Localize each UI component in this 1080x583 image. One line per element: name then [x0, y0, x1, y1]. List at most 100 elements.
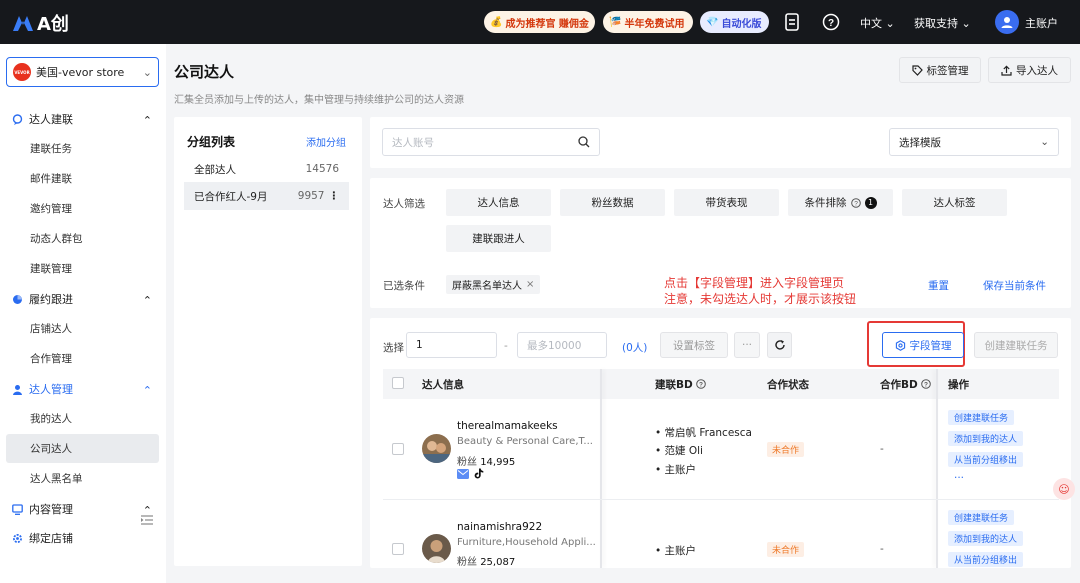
- filter-exclude-button[interactable]: 条件排除 ? 1: [788, 189, 893, 216]
- collapse-sidebar-icon[interactable]: [141, 515, 153, 528]
- sidebar-item-company-kol[interactable]: 公司达人: [6, 434, 159, 463]
- range-to-input[interactable]: 最多10000: [517, 332, 607, 358]
- tiktok-icon[interactable]: [474, 468, 484, 479]
- sidebar-item-shop-kol[interactable]: 店铺达人: [6, 314, 159, 343]
- automation-version-button[interactable]: 💎 自动化版: [700, 11, 769, 33]
- kol-contact-icons: [457, 468, 484, 479]
- field-manage-button[interactable]: 字段管理: [882, 332, 964, 358]
- group-row[interactable]: 全部达人 14576: [184, 155, 349, 183]
- set-tag-button[interactable]: 设置标签: [660, 332, 728, 358]
- help-icon[interactable]: ?: [821, 12, 841, 32]
- chevron-down-icon: ⌄: [885, 17, 895, 30]
- help-icon: ?: [920, 379, 931, 389]
- save-conditions-link[interactable]: 保存当前条件: [983, 278, 1046, 293]
- import-kol-button[interactable]: 导入达人: [988, 57, 1071, 83]
- free-trial-promo-button[interactable]: 🎏 半年免费试用: [603, 11, 693, 33]
- tag-icon: [911, 64, 923, 76]
- contact-bd-line: • 范婕 Oli: [655, 445, 703, 457]
- email-icon[interactable]: [457, 468, 469, 479]
- sidebar-item-invite-manage[interactable]: 邀约管理: [6, 194, 159, 223]
- nav-group-fulfillment[interactable]: 履约跟进 ⌃: [0, 286, 166, 312]
- help-icon: ?: [695, 379, 706, 389]
- page-title: 公司达人: [174, 63, 235, 81]
- selected-condition-tag[interactable]: 屏蔽黑名单达人 ×: [446, 275, 541, 294]
- refresh-button[interactable]: [767, 332, 792, 358]
- kol-name[interactable]: therealmamakeeks: [457, 420, 558, 432]
- nav-group-kol-manage[interactable]: 达人管理 ⌃: [0, 376, 166, 402]
- monitor-icon: [12, 503, 23, 515]
- more-actions-button[interactable]: ···: [734, 332, 760, 358]
- kol-name[interactable]: nainamishra922: [457, 521, 542, 533]
- row-checkbox[interactable]: [392, 543, 404, 555]
- sidebar-item-kol-blacklist[interactable]: 达人黑名单: [6, 464, 159, 493]
- store-logo: VEVOR: [13, 63, 31, 81]
- tag-manage-button[interactable]: 标签管理: [899, 57, 981, 83]
- filter-follower-button[interactable]: 建联跟进人: [446, 225, 551, 252]
- kol-category: Beauty & Personal Care,T...: [457, 436, 593, 447]
- chevron-down-icon: ⌄: [142, 65, 152, 79]
- document-icon[interactable]: [782, 12, 802, 32]
- nav-group-label: 达人建联: [29, 113, 73, 126]
- nav-group-kol-contact[interactable]: 达人建联 ⌃: [0, 106, 166, 132]
- kol-search-input[interactable]: 达人账号: [382, 128, 600, 156]
- nav-group-label: 内容管理: [29, 503, 73, 516]
- more-actions-link[interactable]: ···: [954, 472, 964, 484]
- contact-bd-line: • 主账户: [655, 464, 697, 476]
- add-to-my-kol-action[interactable]: 添加到我的达人: [948, 531, 1024, 546]
- row-divider: [383, 499, 1059, 500]
- filter-kol-tag-button[interactable]: 达人标签: [902, 189, 1007, 216]
- sidebar-item-dynamic-group[interactable]: 动态人群包: [6, 224, 159, 253]
- chevron-up-icon: ⌃: [142, 384, 152, 397]
- group-row[interactable]: 已合作红人-9月 9957 ⋮: [184, 182, 349, 210]
- account-name[interactable]: 主账户: [1025, 15, 1058, 31]
- floating-assistant-icon[interactable]: ☺: [1053, 478, 1075, 500]
- settings-icon: [895, 339, 905, 351]
- sidebar-item-coop-manage[interactable]: 合作管理: [6, 344, 159, 373]
- language-selector[interactable]: 中文 ⌄: [860, 15, 895, 31]
- app-logo[interactable]: A创: [12, 10, 69, 36]
- range-dash: -: [504, 340, 508, 352]
- sidebar-item-contact-task[interactable]: 建联任务: [6, 134, 159, 163]
- search-icon[interactable]: [578, 136, 590, 148]
- fans-count: 14,995: [480, 457, 516, 468]
- diamond-icon: 💎: [706, 16, 719, 28]
- col-action: 操作: [948, 378, 969, 391]
- add-group-link[interactable]: 添加分组: [306, 134, 346, 149]
- chevron-up-icon: ⌃: [142, 114, 152, 127]
- support-menu[interactable]: 获取支持 ⌄: [914, 15, 971, 31]
- sidebar-item-email-contact[interactable]: 邮件建联: [6, 164, 159, 193]
- nav-group-bind-store[interactable]: 绑定店铺: [0, 525, 166, 551]
- row-checkbox[interactable]: [392, 443, 404, 455]
- col-coop-status: 合作状态: [767, 378, 809, 391]
- annotation-line-2: 注意，未勾选达人时，才展示该按钮: [664, 292, 857, 306]
- template-select[interactable]: 选择模版 ⌄: [889, 128, 1059, 156]
- filter-kol-info-button[interactable]: 达人信息: [446, 189, 551, 216]
- create-contact-task-action[interactable]: 创建建联任务: [948, 510, 1015, 525]
- store-selector[interactable]: VEVOR 美国-vevor store ⌄: [6, 57, 159, 87]
- free-trial-promo-label: 半年免费试用: [624, 18, 685, 30]
- create-contact-task-button[interactable]: 创建建联任务: [974, 332, 1058, 358]
- language-label: 中文: [860, 17, 882, 30]
- referral-promo-button[interactable]: 💰 成为推荐官 赚佣金: [484, 11, 595, 33]
- add-to-my-kol-action[interactable]: 添加到我的达人: [948, 431, 1024, 446]
- filter-sales-button[interactable]: 带货表现: [674, 189, 779, 216]
- sidebar-item-contact-manage[interactable]: 建联管理: [6, 254, 159, 283]
- remove-from-group-action[interactable]: 从当前分组移出: [948, 452, 1024, 467]
- range-from-input[interactable]: 1: [406, 332, 497, 358]
- sidebar-item-my-kol[interactable]: 我的达人: [6, 404, 159, 433]
- more-vertical-icon[interactable]: ⋮: [329, 190, 340, 202]
- filter-fans-data-button[interactable]: 粉丝数据: [560, 189, 665, 216]
- help-icon: ?: [850, 197, 861, 208]
- close-icon[interactable]: ×: [526, 279, 534, 290]
- user-avatar[interactable]: [995, 10, 1019, 34]
- select-all-checkbox[interactable]: [392, 377, 404, 389]
- coop-bd-value: -: [880, 543, 884, 555]
- frozen-column-divider: [936, 369, 938, 568]
- status-badge: 未合作: [767, 542, 805, 557]
- fans-count: 25,087: [480, 557, 516, 568]
- user-icon: [1001, 17, 1013, 28]
- reset-link[interactable]: 重置: [928, 278, 949, 293]
- coop-bd-value: -: [880, 443, 884, 455]
- remove-from-group-action[interactable]: 从当前分组移出: [948, 552, 1024, 567]
- create-contact-task-action[interactable]: 创建建联任务: [948, 410, 1015, 425]
